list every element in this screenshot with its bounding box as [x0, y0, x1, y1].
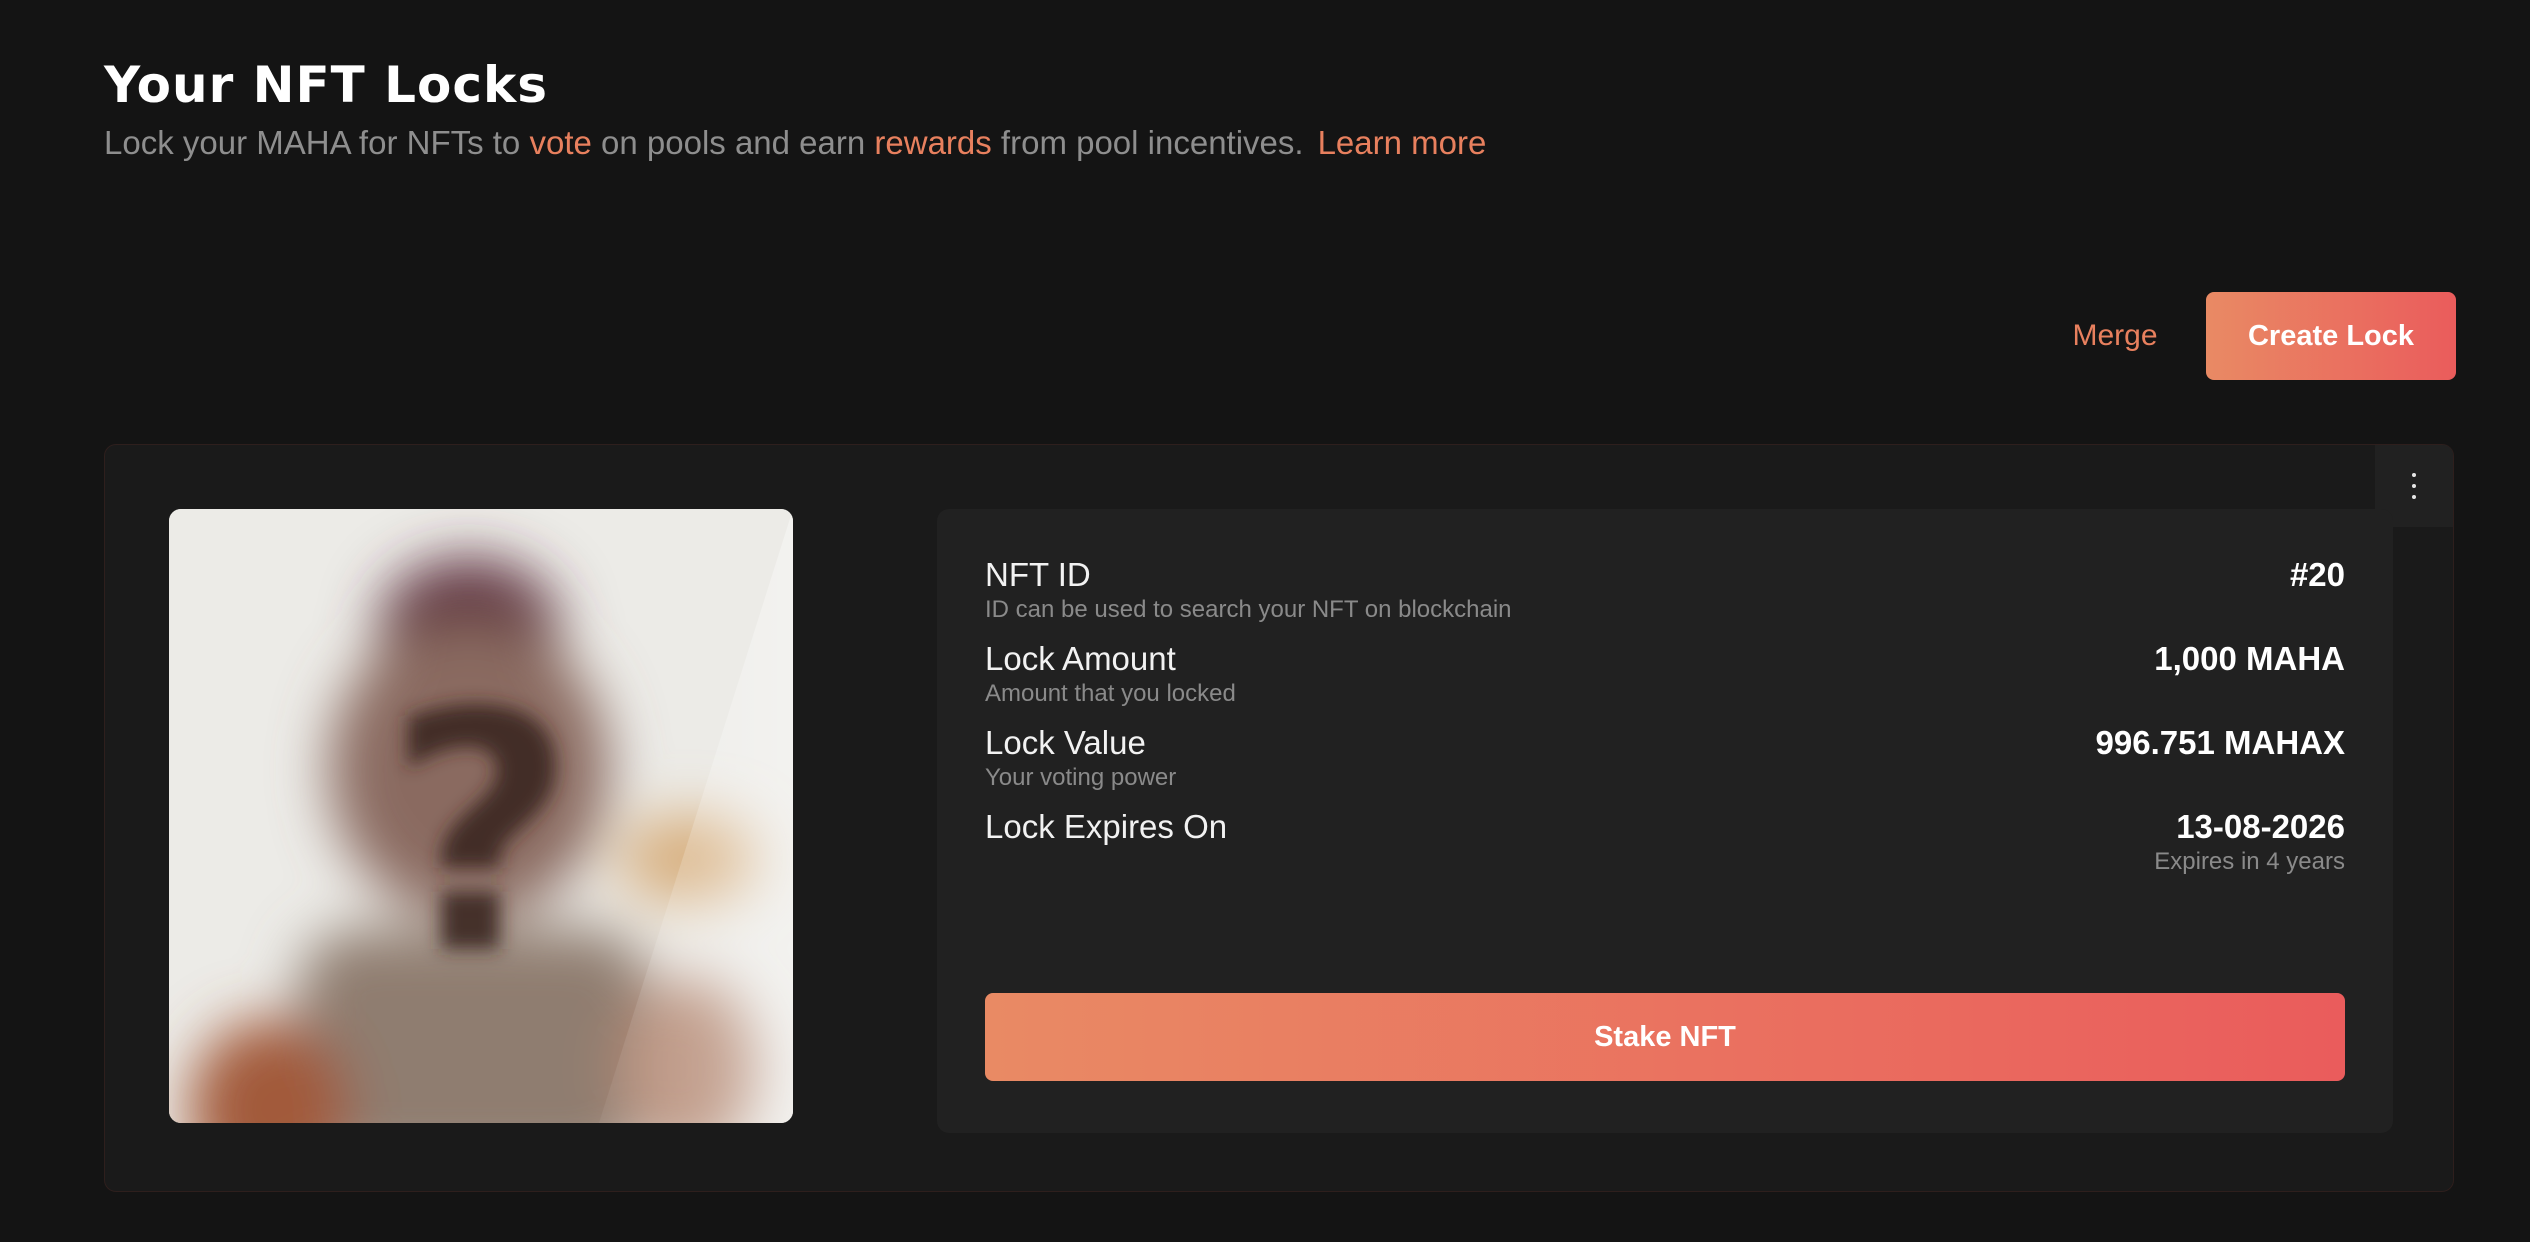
nft-image: ?	[169, 509, 793, 1123]
subtitle-text-3: from pool incentives.	[991, 124, 1304, 161]
stake-nft-button[interactable]: Stake NFT	[985, 993, 2345, 1081]
nft-locks-page: Your NFT Locks Lock your MAHA for NFTs t…	[0, 0, 2530, 1242]
detail-row-lock-expires: Lock Expires On 13-08-2026 Expires in 4 …	[985, 807, 2345, 875]
question-mark-glyph: ?	[385, 643, 576, 1027]
page-title: Your NFT Locks	[104, 56, 549, 114]
merge-button[interactable]: Merge	[2060, 292, 2170, 380]
nft-placeholder-art: ?	[169, 509, 793, 1123]
lock-amount-label: Lock Amount	[985, 640, 1176, 677]
page-subtitle: Lock your MAHA for NFTs to vote on pools…	[104, 124, 1486, 162]
detail-row-lock-amount: Lock Amount Amount that you locked 1,000…	[985, 639, 2345, 709]
more-vertical-icon	[2412, 473, 2416, 499]
learn-more-link[interactable]: Learn more	[1318, 124, 1487, 161]
lock-value-sublabel: Your voting power	[985, 764, 1177, 791]
nft-id-label: NFT ID	[985, 556, 1091, 593]
lock-expires-label: Lock Expires On	[985, 808, 1228, 845]
nft-id-sublabel: ID can be used to search your NFT on blo…	[985, 596, 1512, 623]
detail-row-nft-id: NFT ID ID can be used to search your NFT…	[985, 555, 2345, 625]
subtitle-rewards-highlight: rewards	[874, 124, 992, 161]
lock-expires-date: 13-08-2026	[2176, 808, 2345, 845]
nft-lock-card: ? NFT ID ID can be used to search your N…	[104, 444, 2454, 1192]
subtitle-text-2: on pools and earn	[591, 124, 875, 161]
lock-details-panel: NFT ID ID can be used to search your NFT…	[937, 509, 2393, 1133]
lock-value-value: 996.751 MAHAX	[2095, 724, 2345, 761]
detail-row-lock-value: Lock Value Your voting power 996.751 MAH…	[985, 723, 2345, 793]
subtitle-vote-highlight: vote	[529, 124, 592, 161]
nft-id-value: #20	[2289, 556, 2345, 593]
lock-amount-value: 1,000 MAHA	[2154, 640, 2345, 677]
create-lock-button[interactable]: Create Lock	[2206, 292, 2456, 380]
lock-amount-sublabel: Amount that you locked	[985, 680, 1236, 707]
lock-expires-relative: Expires in 4 years	[2154, 848, 2345, 875]
subtitle-text-1: Lock your MAHA for NFTs to	[104, 124, 530, 161]
